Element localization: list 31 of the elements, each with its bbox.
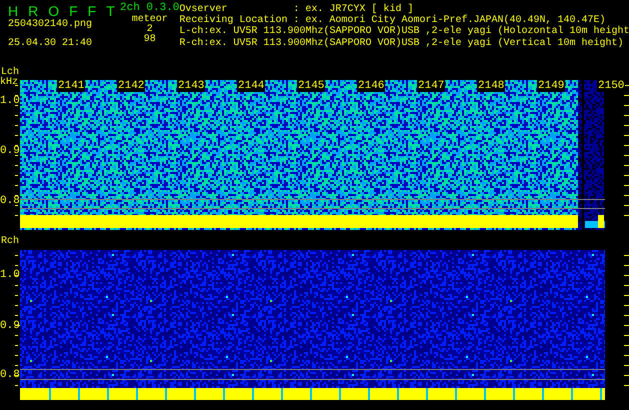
app-title: HROFFT bbox=[8, 3, 120, 19]
y-tick-label: 0.8 bbox=[0, 369, 20, 381]
channel-info: L-ch:ex. UV5R 113.900Mhz(SAPPORO VOR)USB ,2-ele yagi (Holozontal 10m height bbox=[179, 26, 629, 38]
time-label: 2150 bbox=[597, 80, 626, 92]
time-label: 2142 bbox=[117, 80, 146, 92]
channel-info: R-ch:ex. UV5R 113.900Mhz(SAPPORO VOR)USB ,2-ele yagi (Vertical 10m height) bbox=[179, 38, 624, 49]
time-label: 2147 bbox=[417, 80, 446, 92]
time-label: 2143 bbox=[177, 80, 206, 92]
time-label: 2145 bbox=[297, 80, 326, 92]
time-label: 2149 bbox=[537, 80, 566, 92]
y-tick-label: 1.0 bbox=[0, 95, 20, 107]
field-label: Ovserver bbox=[179, 4, 228, 15]
field-value: : ex. JR7CYX [ kid ] bbox=[293, 4, 414, 15]
version-label: 2ch 0.3.0 bbox=[120, 3, 180, 14]
field-label: Receiving Location bbox=[179, 15, 288, 26]
time-label: 2148 bbox=[477, 80, 506, 92]
meteor-count: 2 bbox=[146, 25, 153, 35]
channel-label: Lch bbox=[1, 67, 20, 78]
meteor-count: 98 bbox=[144, 35, 156, 45]
time-label: 2144 bbox=[237, 80, 266, 92]
field-value: : ex. Aomori City Aomori-Pref.JAPAN(40.49N, 140.47E) bbox=[293, 15, 606, 26]
y-tick-label: 1.0 bbox=[0, 269, 20, 281]
time-label: 2146 bbox=[357, 80, 386, 92]
unit-label: kHz bbox=[0, 78, 18, 88]
time-label: 2141 bbox=[57, 80, 86, 92]
y-tick-label: 0.9 bbox=[0, 145, 20, 157]
timestamp: 25.04.30 21:40 bbox=[8, 38, 94, 49]
channel-label: Rch bbox=[1, 236, 20, 247]
y-tick-label: 0.8 bbox=[0, 195, 20, 207]
file-name: 2504302140.png bbox=[8, 19, 94, 30]
meteor-label: meteor bbox=[132, 14, 168, 25]
